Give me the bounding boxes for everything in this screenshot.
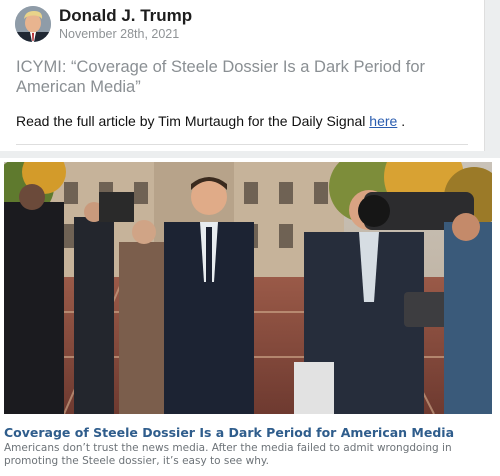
post-card: Donald J. Trump November 28th, 2021 ICYM… bbox=[0, 0, 485, 151]
post-body: Read the full article by Tim Murtaugh fo… bbox=[16, 113, 405, 129]
article-link[interactable]: here bbox=[369, 113, 397, 129]
article-photo[interactable] bbox=[4, 162, 492, 414]
post-headline: ICYMI: “Coverage of Steele Dossier Is a … bbox=[16, 58, 425, 96]
post-date[interactable]: November 28th, 2021 bbox=[59, 27, 179, 41]
avatar[interactable] bbox=[15, 6, 51, 42]
post-body-end: . bbox=[397, 113, 406, 129]
author-name[interactable]: Donald J. Trump bbox=[59, 6, 192, 26]
divider bbox=[16, 144, 468, 145]
article-title[interactable]: Coverage of Steele Dossier Is a Dark Per… bbox=[4, 425, 454, 440]
article-description: Americans don’t trust the news media. Af… bbox=[4, 442, 452, 467]
post-body-text: Read the full article by Tim Murtaugh fo… bbox=[16, 113, 370, 129]
link-preview-card[interactable]: Coverage of Steele Dossier Is a Dark Per… bbox=[0, 158, 500, 476]
avatar-image bbox=[15, 6, 51, 42]
